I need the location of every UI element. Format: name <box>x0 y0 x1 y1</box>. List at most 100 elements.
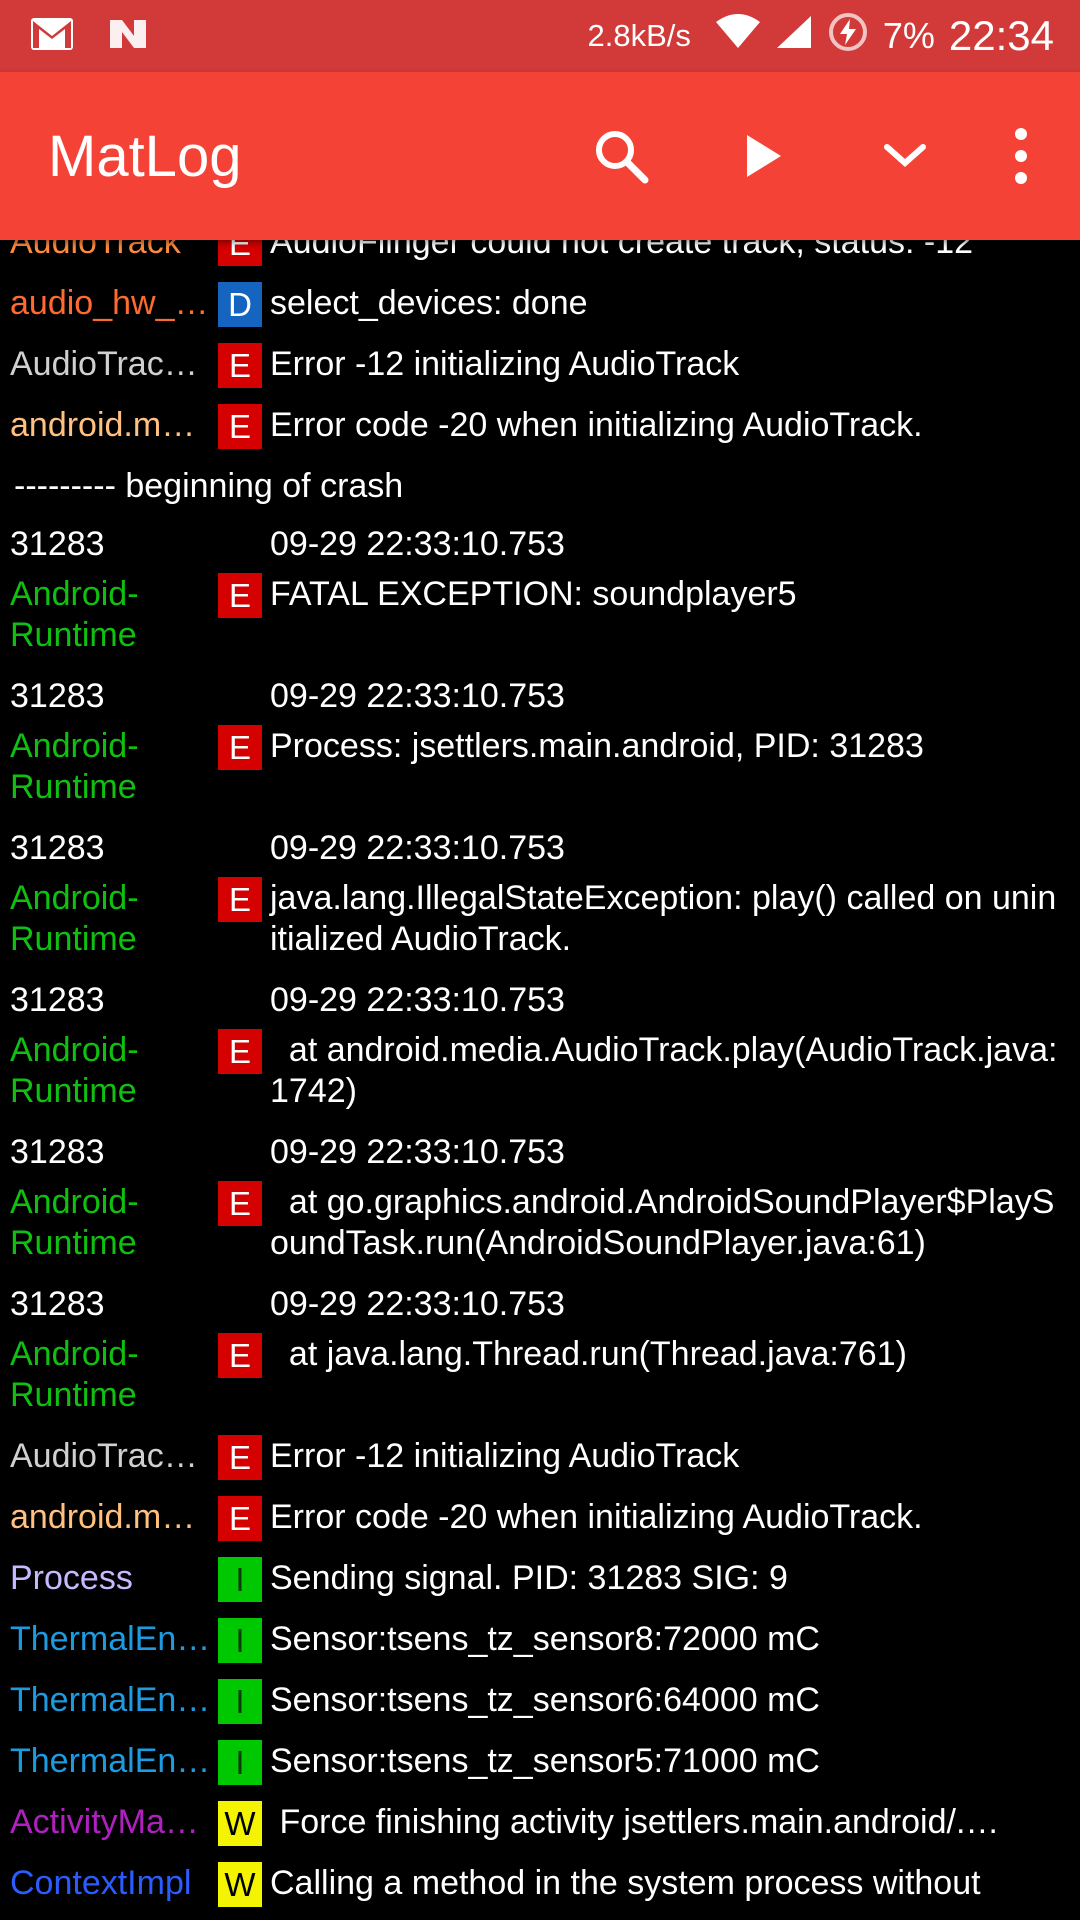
log-pid: 31283 <box>10 677 105 715</box>
log-tag: Android-Runtime <box>10 1335 139 1414</box>
log-message: Calling a method in the system process w… <box>270 1864 981 1902</box>
log-row[interactable]: Process I Sending signal. PID: 31283 SIG: … <box>0 1550 1080 1611</box>
log-message: Force finishing activity jsettlers.main.… <box>270 1803 1000 1841</box>
log-tag: ThermalEn… <box>10 1620 211 1658</box>
log-pid: 31283 <box>10 1133 105 1171</box>
log-row-expanded[interactable]: 31283 09-29 22:33:10.753 Android-Runtime E F… <box>0 516 1080 668</box>
log-message: at java.lang.Thread.run(Thread.java:761) <box>270 1335 907 1373</box>
log-level-badge: E <box>218 1029 262 1074</box>
log-row[interactable]: ThermalEn… I Sensor:tsens_tz_sensor8:72000… <box>0 1611 1080 1672</box>
search-button[interactable] <box>550 96 692 216</box>
log-row-expanded[interactable]: 31283 09-29 22:33:10.753 Android-Runtime E P… <box>0 668 1080 820</box>
log-message: FATAL EXCEPTION: soundplayer5 <box>270 575 797 613</box>
log-tag: android.m… <box>10 406 196 444</box>
log-list[interactable]: AudioTrack E AudioFlinger could not create… <box>0 240 1080 1920</box>
log-tag: AudioTrack <box>10 240 181 261</box>
log-tag: ThermalEn… <box>10 1742 211 1780</box>
log-row-expanded[interactable]: 31283 09-29 22:33:10.753 Android-Runtime E … <box>0 1276 1080 1428</box>
log-timestamp: 09-29 22:33:10.753 <box>270 981 565 1019</box>
app-bar: MatLog <box>0 72 1080 240</box>
log-level-badge: D <box>218 282 262 327</box>
log-pid: 31283 <box>10 525 105 563</box>
log-level-badge: E <box>218 1496 262 1541</box>
log-message: java.lang.IllegalStateException: play() … <box>270 879 1057 958</box>
log-level-badge: E <box>218 240 262 266</box>
n-icon <box>108 16 148 57</box>
log-row[interactable]: AudioTrac… E Error -12 initializing AudioT… <box>0 336 1080 397</box>
log-pid: 31283 <box>10 1285 105 1323</box>
log-message: at android.media.AudioTrack.play(AudioTr… <box>270 1031 1058 1110</box>
log-message: Error code -20 when initializing AudioTr… <box>270 406 923 444</box>
log-row[interactable]: ThermalEn… I Sensor:tsens_tz_sensor5:71000… <box>0 1733 1080 1794</box>
log-level-badge: I <box>218 1618 262 1663</box>
log-pid: 31283 <box>10 829 105 867</box>
log-level-badge: E <box>218 1435 262 1480</box>
log-level-badge: I <box>218 1679 262 1724</box>
log-message: Process: jsettlers.main.android, PID: 31… <box>270 727 924 765</box>
log-level-badge: E <box>218 1333 262 1378</box>
log-timestamp: 09-29 22:33:10.753 <box>270 1285 565 1323</box>
log-message: Sensor:tsens_tz_sensor8:72000 mC <box>270 1620 820 1658</box>
log-row[interactable]: AudioTrac… E Error -12 initializing AudioT… <box>0 1428 1080 1489</box>
network-speed: 2.8kB/s <box>587 18 691 53</box>
log-tag: Android-Runtime <box>10 575 139 654</box>
log-message: at go.graphics.android.AndroidSoundPlaye… <box>270 1183 1055 1262</box>
log-row[interactable]: AudioTrack E AudioFlinger could not create… <box>0 240 1080 275</box>
battery-percent: 7% <box>882 15 935 56</box>
play-icon <box>747 135 781 177</box>
log-timestamp: 09-29 22:33:10.753 <box>270 677 565 715</box>
log-level-badge: W <box>218 1862 262 1907</box>
log-row-expanded[interactable]: 31283 09-29 22:33:10.753 Android-Runtime Ej… <box>0 820 1080 972</box>
log-tag: Android-Runtime <box>10 727 139 806</box>
log-tag: AudioTrac… <box>10 1437 198 1475</box>
battery-charging-icon <box>827 11 869 62</box>
log-tag: android.m… <box>10 1498 196 1536</box>
log-row[interactable]: ActivityMa… W Force finishing activity js… <box>0 1794 1080 1855</box>
chevron-down-icon <box>884 144 926 168</box>
log-tag: Process <box>10 1559 133 1597</box>
log-row-expanded[interactable]: 31283 09-29 22:33:10.753 Android-Runtime E … <box>0 972 1080 1124</box>
log-row-expanded[interactable]: 31283 09-29 22:33:10.753 Android-Runtime E … <box>0 1124 1080 1276</box>
log-timestamp: 09-29 22:33:10.753 <box>270 1133 565 1171</box>
overflow-menu-button[interactable] <box>976 96 1066 216</box>
log-message: Error -12 initializing AudioTrack <box>270 345 740 383</box>
log-level-badge: E <box>218 573 262 618</box>
log-message: select_devices: done <box>270 284 588 322</box>
log-level-badge: E <box>218 1181 262 1226</box>
log-tag: ContextImpl <box>10 1864 192 1902</box>
crash-marker: --------- beginning of crash <box>14 467 404 505</box>
log-level-badge: I <box>218 1740 262 1785</box>
log-message: Error code -20 when initializing AudioTr… <box>270 1498 923 1536</box>
log-level-badge: E <box>218 404 262 449</box>
wifi-icon <box>715 13 761 59</box>
status-bar: 2.8kB/s 7% 22:34 <box>0 0 1080 72</box>
log-tag: audio_hw_… <box>10 284 209 322</box>
log-tag: ActivityMa… <box>10 1803 199 1841</box>
log-message: Sensor:tsens_tz_sensor6:64000 mC <box>270 1681 820 1719</box>
log-level-badge: E <box>218 343 262 388</box>
log-row[interactable]: android.m… E Error code -20 when initializ… <box>0 397 1080 458</box>
log-tag: Android-Runtime <box>10 1183 139 1262</box>
log-message: Error -12 initializing AudioTrack <box>270 1437 740 1475</box>
expand-button[interactable] <box>834 96 976 216</box>
log-message: AudioFlinger could not create track, sta… <box>270 240 974 261</box>
log-message: Sending signal. PID: 31283 SIG: 9 <box>270 1559 788 1597</box>
log-level-badge: E <box>218 725 262 770</box>
log-level-badge: I <box>218 1557 262 1602</box>
log-pid: 31283 <box>10 981 105 1019</box>
clock: 22:34 <box>948 12 1054 59</box>
log-row[interactable]: ThermalEn… I Sensor:tsens_tz_sensor6:64000… <box>0 1672 1080 1733</box>
log-tag: AudioTrac… <box>10 345 198 383</box>
log-row[interactable]: ContextImpl W Calling a method in the syst… <box>0 1855 1080 1916</box>
log-timestamp: 09-29 22:33:10.753 <box>270 829 565 867</box>
log-row[interactable]: audio_hw_… Dselect_devices: done <box>0 275 1080 336</box>
log-tag: Android-Runtime <box>10 1031 139 1110</box>
log-level-badge: E <box>218 877 262 922</box>
log-message: Sensor:tsens_tz_sensor5:71000 mC <box>270 1742 820 1780</box>
log-timestamp: 09-29 22:33:10.753 <box>270 525 565 563</box>
log-row[interactable]: android.m… E Error code -20 when initializ… <box>0 1489 1080 1550</box>
gmail-icon <box>30 17 74 56</box>
more-vert-icon <box>1015 128 1027 184</box>
app-title: MatLog <box>48 123 242 189</box>
play-button[interactable] <box>692 96 834 216</box>
